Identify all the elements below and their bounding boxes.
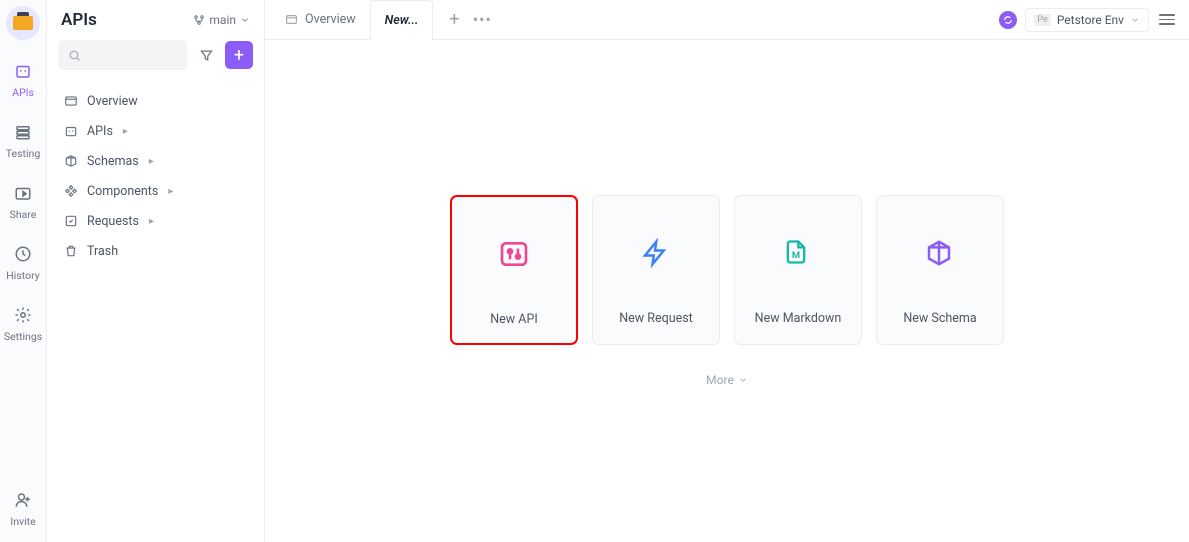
chevron-right-icon: ▸ [149, 216, 154, 227]
chevron-down-icon [1130, 15, 1140, 25]
markdown-card-icon: M [782, 238, 814, 270]
tree-item-requests[interactable]: Requests ▸ [55, 206, 256, 236]
tab-new[interactable]: New... [370, 0, 434, 40]
apis-icon [12, 60, 34, 82]
history-icon [12, 243, 34, 265]
menu-button[interactable] [1157, 10, 1177, 30]
rail-label-testing: Testing [6, 147, 40, 160]
overview-icon [63, 93, 79, 109]
chevron-down-icon [240, 15, 250, 25]
briefcase-icon [13, 16, 33, 30]
chevron-down-icon [738, 375, 748, 385]
more-button[interactable]: More [706, 373, 748, 387]
rail-item-share[interactable]: Share [10, 182, 37, 221]
trash-icon [63, 243, 79, 259]
tree-label: Schemas [87, 154, 139, 169]
rail-item-history[interactable]: History [6, 243, 39, 282]
sidebar: APIs main + [47, 0, 265, 542]
search-icon [68, 49, 81, 62]
main-area: Overview New... + ••• Pe Petstore Env [265, 0, 1189, 542]
tab-label: New... [385, 13, 419, 28]
card-new-request[interactable]: New Request [592, 195, 720, 345]
card-new-api[interactable]: New API [450, 195, 578, 345]
overview-tab-icon [285, 13, 299, 27]
tabs-bar: Overview New... + ••• Pe Petstore Env [265, 0, 1189, 40]
filter-icon [199, 48, 214, 63]
env-icon-circle[interactable] [999, 11, 1017, 29]
api-card-icon [498, 238, 530, 270]
tree-label: Requests [87, 214, 139, 229]
card-label: New Markdown [755, 311, 842, 344]
rail-item-invite[interactable]: Invite [10, 489, 35, 528]
env-badge: Pe [1034, 14, 1050, 26]
search-input-wrapper[interactable] [58, 40, 187, 70]
rail-item-settings[interactable]: Settings [4, 304, 42, 343]
sync-icon [1003, 15, 1013, 25]
branch-selector[interactable]: main [193, 13, 250, 27]
branch-icon [193, 14, 205, 26]
tab-overview[interactable]: Overview [271, 0, 370, 40]
add-tab-button[interactable]: + [441, 7, 467, 33]
card-grid: New API New Request M [450, 195, 1004, 345]
invite-icon [12, 489, 34, 511]
schema-card-icon [924, 238, 956, 270]
request-card-icon [640, 238, 672, 270]
more-horizontal-icon: ••• [473, 10, 492, 29]
hamburger-icon [1159, 14, 1175, 16]
tree-item-components[interactable]: Components ▸ [55, 176, 256, 206]
tree-label: Components [87, 184, 158, 199]
card-new-markdown[interactable]: M New Markdown [734, 195, 862, 345]
tree-item-trash[interactable]: Trash [55, 236, 256, 266]
tree-label: Trash [87, 244, 118, 259]
rail-label-invite: Invite [10, 515, 35, 528]
tab-label: Overview [305, 12, 356, 27]
chevron-right-icon: ▸ [123, 126, 128, 137]
rail-item-testing[interactable]: Testing [6, 121, 40, 160]
card-label: New API [490, 312, 537, 345]
environment-selector[interactable]: Pe Petstore Env [1025, 8, 1149, 32]
svg-text:M: M [792, 249, 800, 260]
branch-label: main [209, 13, 236, 27]
schemas-icon [63, 153, 79, 169]
content-area: New API New Request M [265, 40, 1189, 542]
components-icon [63, 183, 79, 199]
plus-icon: + [234, 45, 244, 66]
tree-item-schemas[interactable]: Schemas ▸ [55, 146, 256, 176]
card-label: New Request [619, 311, 693, 344]
share-icon [12, 182, 34, 204]
tree-item-overview[interactable]: Overview [55, 86, 256, 116]
apis-tree-icon [63, 123, 79, 139]
chevron-right-icon: ▸ [168, 186, 173, 197]
rail-label-settings: Settings [4, 330, 42, 343]
sidebar-title: APIs [61, 10, 97, 30]
tree: Overview APIs ▸ Schemas ▸ Compo [47, 80, 264, 272]
plus-icon: + [449, 9, 459, 30]
settings-icon [12, 304, 34, 326]
card-label: New Schema [903, 311, 976, 344]
tab-more-button[interactable]: ••• [469, 7, 495, 33]
rail-label-history: History [6, 269, 39, 282]
workspace-logo[interactable] [6, 6, 40, 40]
rail-label-apis: APIs [12, 86, 34, 99]
tree-label: APIs [87, 124, 113, 139]
filter-button[interactable] [193, 40, 219, 70]
testing-icon [12, 121, 34, 143]
env-label: Petstore Env [1057, 13, 1124, 27]
search-input[interactable] [87, 48, 177, 62]
icon-rail: APIs Testing Share History Settings [0, 0, 47, 542]
tree-item-apis[interactable]: APIs ▸ [55, 116, 256, 146]
rail-label-share: Share [10, 208, 37, 221]
chevron-right-icon: ▸ [149, 156, 154, 167]
tree-label: Overview [87, 94, 138, 109]
more-label: More [706, 373, 734, 387]
card-new-schema[interactable]: New Schema [876, 195, 1004, 345]
requests-icon [63, 213, 79, 229]
rail-item-apis[interactable]: APIs [12, 60, 34, 99]
add-button[interactable]: + [225, 41, 253, 69]
